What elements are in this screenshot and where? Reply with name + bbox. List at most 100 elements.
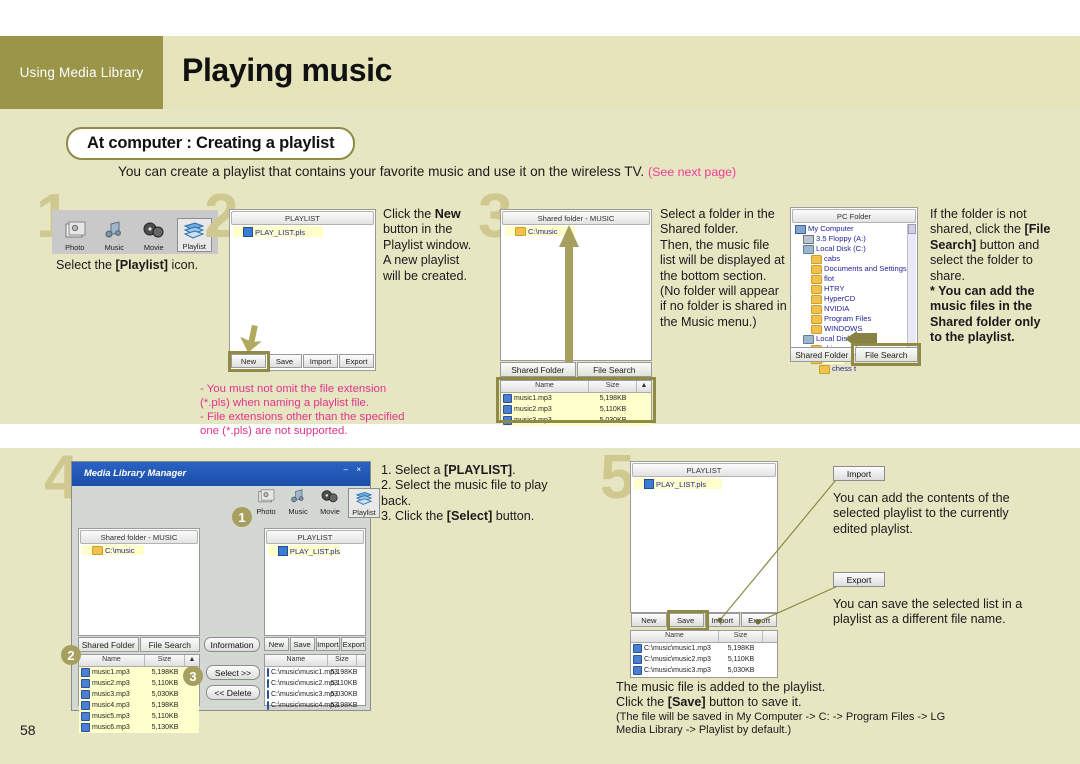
pc-tree-item[interactable]: Program Files	[791, 314, 917, 324]
pc-tree-item[interactable]: flot	[791, 274, 917, 284]
top-white-band	[0, 0, 1080, 36]
icon-cell-music[interactable]: Music	[98, 220, 132, 252]
mlm-left-tree-label: C:\music	[105, 546, 135, 555]
table-row[interactable]: music3.mp3 5,030KB	[79, 689, 199, 700]
file-name: music2.mp3	[92, 680, 130, 687]
pc-tree-item[interactable]: Documents and Settings	[791, 264, 917, 274]
step3-right-bold-1: * You can add the	[930, 284, 1035, 299]
step2-save-button[interactable]: Save	[267, 354, 302, 368]
table-row[interactable]: C:\music\music1.mp3 5,198KB	[265, 667, 365, 678]
step2-new-highlight-box	[228, 351, 270, 372]
step3-right-line-5: share.	[930, 268, 966, 283]
mlm-title-label: Media Library Manager	[84, 467, 187, 478]
step5-playlist-panel: PLAYLIST PLAY_LIST.pls	[630, 461, 778, 613]
table-row[interactable]: C:\music\music1.mp3 5,198KB	[631, 643, 777, 654]
mlm-delete-button[interactable]: << Delete	[206, 685, 260, 700]
step3-panel-title: Shared folder - MUSIC	[502, 211, 650, 225]
intro-paragraph: You can create a playlist that contains …	[118, 164, 736, 179]
pc-tree-item[interactable]: HyperCD	[791, 294, 917, 304]
step2-import-button[interactable]: Import	[303, 354, 338, 368]
mp3-icon	[267, 668, 269, 677]
step5-col-spacer	[763, 631, 777, 642]
mp3-icon	[81, 701, 90, 710]
step3-right-line-1: If the folder is not	[930, 207, 1027, 221]
table-row[interactable]: music6.mp3 5,130KB	[79, 722, 199, 733]
step3-right-bold-2: music files in the	[930, 299, 1033, 314]
pc-tree-scrollbar[interactable]	[907, 224, 916, 352]
mlm-left-col-name: Name	[79, 655, 145, 666]
mlm-right-playlist-file[interactable]: PLAY_LIST.pls	[268, 545, 340, 556]
step5-new-button[interactable]: New	[631, 613, 667, 627]
mlm-new-button[interactable]: New	[264, 637, 289, 651]
step5-playlist-file-label: PLAY_LIST.pls	[656, 479, 707, 489]
mlm-window-controls[interactable]: – ×	[344, 465, 364, 474]
table-row[interactable]: music1.mp3 5,198KB	[79, 667, 199, 678]
step5-export-button[interactable]: Export	[741, 613, 777, 627]
step5-import-button[interactable]: Import	[704, 613, 741, 627]
table-row[interactable]: music5.mp3 5,110KB	[79, 711, 199, 722]
step5-playlist-file[interactable]: PLAY_LIST.pls	[634, 478, 722, 489]
table-row[interactable]: C:\music\music2.mp3 5,110KB	[631, 654, 777, 665]
step4-marker-1: 1	[232, 507, 252, 527]
step3-tab-file-search[interactable]: File Search	[576, 362, 652, 377]
table-row[interactable]: C:\music\music3.mp3 5,030KB	[631, 665, 777, 676]
step2-playlist-file[interactable]: PLAY_LIST.pls	[233, 226, 323, 237]
step5-import-line-3: edited playlist.	[833, 521, 913, 536]
mlm-right-file-list: Name Size C:\music\music1.mp3 5,198KB C:\m…	[264, 654, 366, 710]
mlm-toolbar: Photo Music Movie Playlist	[252, 488, 380, 518]
mlm-icon-cell-music[interactable]: Music	[284, 488, 312, 518]
pc-tree-item[interactable]: cabs	[791, 254, 917, 264]
pc-tree-item[interactable]: 3.5 Floppy (A:)	[791, 234, 917, 244]
mlm-select-button[interactable]: Select >>	[206, 665, 260, 680]
table-row[interactable]: music4.mp3 5,198KB	[79, 700, 199, 711]
step2-note-line-3: - File extensions other than the specifi…	[200, 411, 405, 423]
step5-export-callout-button[interactable]: Export	[833, 572, 885, 587]
step4-instruction-1: 1. Select a [PLAYLIST].	[381, 463, 516, 477]
step5-col-name: Name	[631, 631, 719, 642]
mp3-icon	[81, 690, 90, 699]
mlm-export-button[interactable]: Export	[341, 637, 366, 651]
mlm-information-button[interactable]: Information	[204, 637, 260, 652]
step5-bottom-small-1: (The file will be saved in My Computer -…	[616, 710, 946, 723]
mlm-left-file-list: Name Size ▲ music1.mp3 5,198KB music2.mp3 5…	[78, 654, 200, 733]
mlm-tab-shared-folder[interactable]: Shared Folder	[78, 637, 139, 652]
mlm-save-button[interactable]: Save	[289, 637, 315, 651]
pc-tree-item[interactable]: Local Disk (C:)	[791, 244, 917, 254]
step1-icon-strip: Photo Music Movie Playlist	[52, 210, 218, 254]
header-section-tab-label: Using Media Library	[19, 65, 144, 80]
step5-import-callout-button[interactable]: Import	[833, 466, 885, 481]
pc-tree-item[interactable]: HTRY	[791, 284, 917, 294]
step2-export-button[interactable]: Export	[339, 354, 374, 368]
table-row[interactable]: C:\music\music4.mp3 5,198KB	[265, 700, 365, 711]
mlm-icon-cell-playlist[interactable]: Playlist	[348, 488, 380, 518]
pc-tree-item[interactable]: My Computer	[791, 224, 917, 234]
mlm-left-scroll-up-icon[interactable]: ▲	[185, 655, 199, 666]
file-size: 5,110KB	[151, 713, 179, 720]
mlm-left-tree-item[interactable]: C:\music	[82, 545, 144, 555]
mlm-tab-file-search[interactable]: File Search	[139, 637, 200, 652]
icon-cell-photo[interactable]: Photo	[58, 220, 92, 252]
mlm-right-col-size: Size	[328, 655, 358, 666]
pls-file-icon	[278, 546, 288, 556]
pc-tree-item-label: cabs	[824, 254, 841, 264]
movie-icon	[316, 488, 344, 506]
folder-icon	[811, 305, 822, 314]
mlm-right-rows: C:\music\music1.mp3 5,198KB C:\music\music…	[265, 667, 365, 711]
table-row[interactable]: C:\music\music2.mp3 5,110KB	[265, 678, 365, 689]
step3-pc-tab-shared-folder[interactable]: Shared Folder	[790, 347, 854, 362]
mlm-left-tab-row: Shared Folder File Search	[78, 637, 200, 652]
file-size: 5,030KB	[727, 667, 755, 674]
step5-bottom-text: The music file is added to the playlist.…	[616, 680, 1056, 737]
step5-bottom-line-1: The music file is added to the playlist.	[616, 680, 826, 694]
pc-tree-item[interactable]: NVIDIA	[791, 304, 917, 314]
step3-tab-shared-folder[interactable]: Shared Folder	[500, 362, 576, 377]
icon-cell-movie[interactable]: Movie	[137, 220, 171, 252]
table-row[interactable]: C:\music\music3.mp3 5,030KB	[265, 689, 365, 700]
mlm-icon-cell-movie[interactable]: Movie	[316, 488, 344, 518]
mlm-import-button[interactable]: Import	[315, 637, 341, 651]
step5-export-line-2: playlist as a different file name.	[833, 612, 1006, 627]
see-next-page-link[interactable]: (See next page)	[648, 165, 736, 179]
table-row[interactable]: music2.mp3 5,110KB	[79, 678, 199, 689]
mlm-icon-cell-photo[interactable]: Photo	[252, 488, 280, 518]
step5-list-header: Name Size	[631, 631, 777, 643]
